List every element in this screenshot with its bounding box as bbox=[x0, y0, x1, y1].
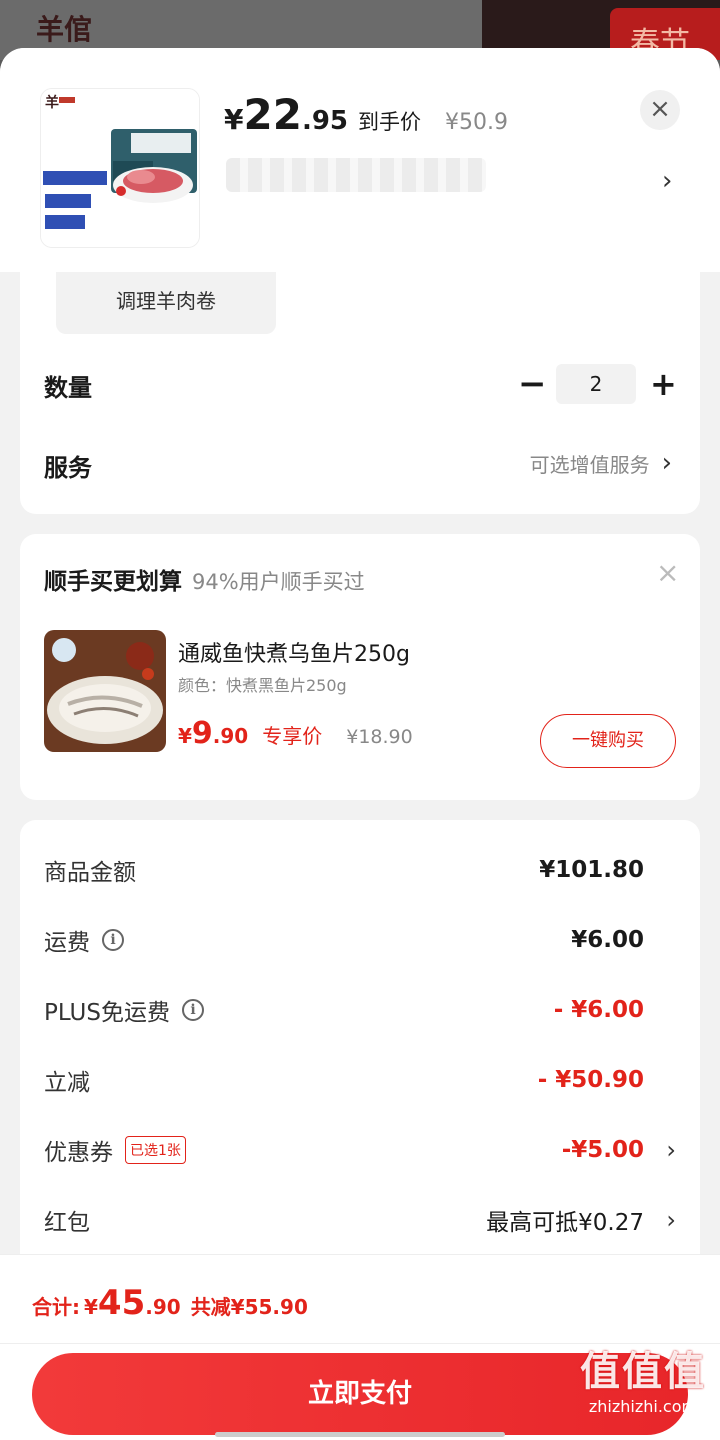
upsell-price: ¥ 9 .90 专享价 ¥18.90 bbox=[178, 716, 413, 751]
product-header: 羊 ¥ 22 .95 到手价 ¥50.9 › × bbox=[0, 48, 720, 272]
red-packet-text: 红包 bbox=[44, 1210, 90, 1236]
upsell-title: 顺手买更划算 bbox=[44, 569, 182, 595]
upsell-header: 顺手买更划算 94%用户顺手买过 bbox=[44, 562, 365, 596]
upsell-card: 顺手买更划算 94%用户顺手买过 × 通威鱼快煮乌鱼片250g 颜色：快煮黑鱼片… bbox=[20, 534, 700, 800]
total-decimal: .90 bbox=[145, 1295, 181, 1319]
upsell-subtitle: 94%用户顺手买过 bbox=[192, 570, 365, 594]
discount-text: 立减 bbox=[44, 1070, 90, 1096]
one-click-buy-button[interactable]: 一键购买 bbox=[540, 714, 676, 768]
goods-amount-text: 商品金额 bbox=[44, 860, 136, 886]
spec-option-selected[interactable]: 调理羊肉卷 bbox=[56, 272, 276, 334]
info-icon[interactable]: i bbox=[181, 999, 204, 1021]
product-price: ¥ 22 .95 到手价 ¥50.9 bbox=[224, 90, 508, 140]
close-button[interactable]: × bbox=[640, 90, 680, 130]
upsell-price-decimal: .90 bbox=[212, 724, 249, 748]
goods-amount-label: 商品金额 bbox=[44, 853, 136, 887]
upsell-product-image[interactable] bbox=[44, 630, 166, 752]
quantity-label: 数量 bbox=[44, 374, 92, 402]
price-tag: 到手价 bbox=[358, 110, 421, 134]
shipping-text: 运费 bbox=[44, 930, 90, 956]
home-indicator bbox=[215, 1432, 505, 1437]
currency-symbol: ¥ bbox=[224, 103, 244, 136]
discount-value: - ¥50.90 bbox=[537, 1067, 644, 1093]
brand-logo: 羊倌 bbox=[36, 13, 93, 46]
total-summary: 合计: ¥ 45 .90 共减¥55.90 bbox=[32, 1283, 308, 1323]
chevron-right-icon: › bbox=[666, 1206, 676, 1234]
purchase-sheet: 羊 ¥ 22 .95 到手价 ¥50.9 › × 调理羊肉卷 数量 − 2 + … bbox=[0, 48, 720, 1440]
info-icon[interactable]: i bbox=[102, 929, 124, 951]
quantity-plus-button[interactable]: + bbox=[650, 364, 677, 404]
coupon-badge: 已选1张 bbox=[125, 1136, 186, 1164]
upsell-price-integer: 9 bbox=[191, 716, 213, 751]
total-label: 合计: bbox=[32, 1295, 80, 1319]
red-packet-row[interactable]: 红包 最高可抵¥0.27 › bbox=[44, 1200, 676, 1240]
exclusive-price-label: 专享价 bbox=[262, 724, 323, 748]
upsell-original-price: ¥18.90 bbox=[346, 726, 413, 748]
coupon-row[interactable]: 优惠券 已选1张 -¥5.00 › bbox=[44, 1130, 676, 1170]
upsell-close-icon[interactable]: × bbox=[656, 556, 679, 589]
plus-value: - ¥6.00 bbox=[553, 997, 644, 1023]
plus-label: PLUS免运费 i bbox=[44, 993, 204, 1027]
currency-symbol: ¥ bbox=[84, 1295, 98, 1319]
blurred-address[interactable] bbox=[226, 158, 486, 192]
watermark-url: zhizhizhi.com bbox=[588, 1397, 698, 1416]
price-breakdown: 商品金额 ¥101.80 运费 i ¥6.00 PLUS免运费 i - ¥6.0… bbox=[20, 820, 700, 1280]
currency-symbol: ¥ bbox=[178, 724, 192, 748]
coupon-label: 优惠券 已选1张 bbox=[44, 1133, 186, 1167]
chevron-right-icon: › bbox=[661, 448, 672, 478]
watermark-logo: 值值值 bbox=[580, 1349, 706, 1395]
plus-text: PLUS免运费 bbox=[44, 1000, 170, 1026]
service-selector[interactable]: 可选增值服务 › bbox=[530, 448, 672, 478]
spec-card: 调理羊肉卷 数量 − 2 + 服务 可选增值服务 › bbox=[20, 272, 700, 514]
original-price: ¥50.9 bbox=[445, 110, 508, 135]
discount-label: 立减 bbox=[44, 1063, 90, 1097]
goods-amount-row: 商品金额 ¥101.80 bbox=[44, 850, 676, 890]
service-label: 服务 bbox=[44, 454, 92, 482]
price-integer: 22 bbox=[243, 90, 302, 139]
coupon-text: 优惠券 bbox=[44, 1140, 113, 1166]
upsell-product-name[interactable]: 通威鱼快煮乌鱼片250g bbox=[178, 636, 410, 668]
upsell-product-variant: 颜色：快煮黑鱼片250g bbox=[178, 676, 347, 695]
total-saved: 共减¥55.90 bbox=[190, 1295, 308, 1319]
chevron-right-icon: › bbox=[666, 1136, 676, 1164]
discount-row: 立减 - ¥50.90 bbox=[44, 1060, 676, 1100]
quantity-input[interactable]: 2 bbox=[556, 364, 636, 404]
plus-free-shipping-row: PLUS免运费 i - ¥6.00 bbox=[44, 990, 676, 1030]
coupon-value: -¥5.00 bbox=[561, 1137, 644, 1163]
shipping-row: 运费 i ¥6.00 bbox=[44, 920, 676, 960]
red-packet-label: 红包 bbox=[44, 1203, 90, 1237]
svg-text:羊: 羊 bbox=[45, 94, 59, 111]
shipping-label: 运费 i bbox=[44, 923, 124, 957]
chevron-right-icon[interactable]: › bbox=[662, 166, 672, 196]
quantity-minus-button[interactable]: − bbox=[518, 364, 547, 404]
product-thumbnail[interactable]: 羊 bbox=[40, 88, 200, 248]
site-watermark: 值值值 zhizhizhi.com bbox=[580, 1339, 706, 1416]
goods-amount-value: ¥101.80 bbox=[539, 857, 644, 883]
price-decimal: .95 bbox=[301, 106, 348, 136]
service-value: 可选增值服务 bbox=[529, 452, 650, 477]
shipping-value: ¥6.00 bbox=[571, 927, 644, 953]
checkout-bar: 合计: ¥ 45 .90 共减¥55.90 立即支付 值值值 zhizhizhi… bbox=[0, 1254, 720, 1440]
total-integer: 45 bbox=[97, 1283, 146, 1323]
red-packet-value: 最高可抵¥0.27 bbox=[486, 1210, 644, 1236]
